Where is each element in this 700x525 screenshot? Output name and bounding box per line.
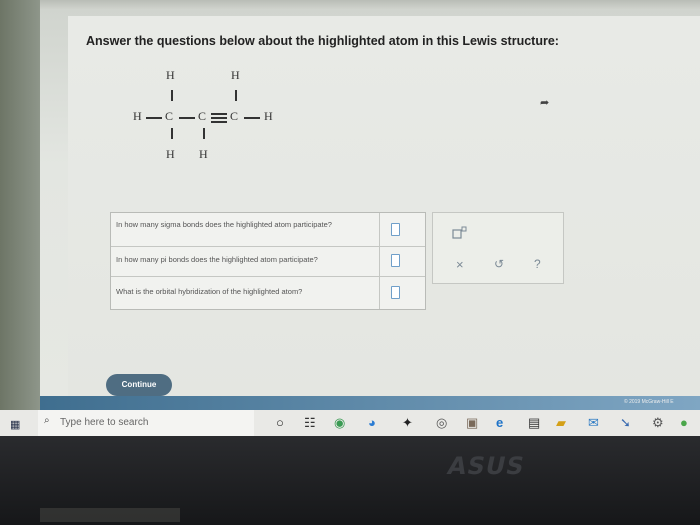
atom-h-left: H xyxy=(133,109,142,123)
question-row: In how many pi bonds does the highlighte… xyxy=(111,246,425,277)
hybridization-answer-input[interactable] xyxy=(391,286,400,299)
atom-h-top-left: H xyxy=(166,68,175,82)
asus-logo: ASUS xyxy=(445,452,528,480)
bond-h-c1 xyxy=(146,117,162,119)
file-explorer-icon[interactable]: ▰ xyxy=(556,415,566,431)
app-icon-photos[interactable]: ▣ xyxy=(466,415,478,431)
app-icon-gear[interactable]: ⚙ xyxy=(652,415,664,431)
atom-h-top-right: H xyxy=(231,68,240,82)
pi-bonds-answer-input[interactable] xyxy=(391,254,400,267)
app-icon-globe[interactable]: ◎ xyxy=(436,415,447,431)
mail-icon[interactable]: ✉ xyxy=(588,415,599,431)
superscript-icon[interactable] xyxy=(452,226,468,240)
store-icon[interactable]: ▤ xyxy=(528,415,540,431)
atom-c3: C xyxy=(230,109,239,123)
question-text: In how many sigma bonds does the highlig… xyxy=(116,220,332,229)
atom-h-bottom-right: H xyxy=(199,147,208,161)
atom-c1: C xyxy=(165,109,174,123)
bond-c1-c2 xyxy=(179,117,195,119)
continue-button[interactable]: Continue xyxy=(106,374,172,396)
question-text: In how many pi bonds does the highlighte… xyxy=(116,255,318,264)
chrome-icon[interactable]: ◉ xyxy=(334,415,345,431)
search-input[interactable]: Type here to search xyxy=(60,417,148,428)
mouse-cursor-icon: ➦ xyxy=(540,97,550,109)
footer-bar xyxy=(40,396,700,410)
copyright-text: © 2019 McGraw-Hill E xyxy=(624,399,674,405)
lewis-structure: H H H C C C H H H xyxy=(0,0,700,200)
app-icon-arrow[interactable]: ➘ xyxy=(620,415,631,431)
question-row: In how many sigma bonds does the highlig… xyxy=(111,213,425,247)
taskbar-search[interactable]: ⌕ Type here to search xyxy=(38,410,254,436)
atom-h-bottom-left: H xyxy=(166,147,175,161)
answer-toolbar: × ↺ ? xyxy=(432,212,564,284)
windows-start-icon[interactable]: ▦ xyxy=(10,418,20,431)
bond-c2-h-bottom xyxy=(203,128,205,139)
cortana-icon[interactable]: ○ xyxy=(276,415,284,430)
bond-c3-h xyxy=(244,117,260,119)
bond-c2-c3-triple-2 xyxy=(211,117,227,119)
bond-c3-h-top xyxy=(235,90,237,101)
bond-c1-h-bottom xyxy=(171,128,173,139)
app-icon-blue[interactable]: ◕ xyxy=(368,415,376,430)
windows-taskbar: ▦ ⌕ Type here to search ○ ☷ ◉ ◕ ✦ ◎ ▣ e … xyxy=(0,410,700,436)
clear-icon[interactable]: × xyxy=(456,257,464,272)
bond-c1-h-top xyxy=(171,90,173,101)
question-text: What is the orbital hybridization of the… xyxy=(116,287,303,296)
undo-icon[interactable]: ↺ xyxy=(494,257,504,271)
help-icon[interactable]: ? xyxy=(534,257,541,271)
edge-icon[interactable]: e xyxy=(496,415,503,430)
app-icon-star[interactable]: ✦ xyxy=(402,415,413,431)
bond-c2-c3-triple-3 xyxy=(211,121,227,123)
bond-c2-c3-triple-1 xyxy=(211,113,227,115)
atom-c2: C xyxy=(198,109,207,123)
question-row: What is the orbital hybridization of the… xyxy=(111,276,425,309)
sigma-bonds-answer-input[interactable] xyxy=(391,223,400,236)
keyboard-edge xyxy=(40,508,180,522)
search-icon: ⌕ xyxy=(44,415,50,426)
app-icon-green[interactable]: ● xyxy=(680,415,688,430)
atom-h-right: H xyxy=(264,109,273,123)
task-view-icon[interactable]: ☷ xyxy=(304,415,316,431)
questions-table: In how many sigma bonds does the highlig… xyxy=(110,212,426,310)
